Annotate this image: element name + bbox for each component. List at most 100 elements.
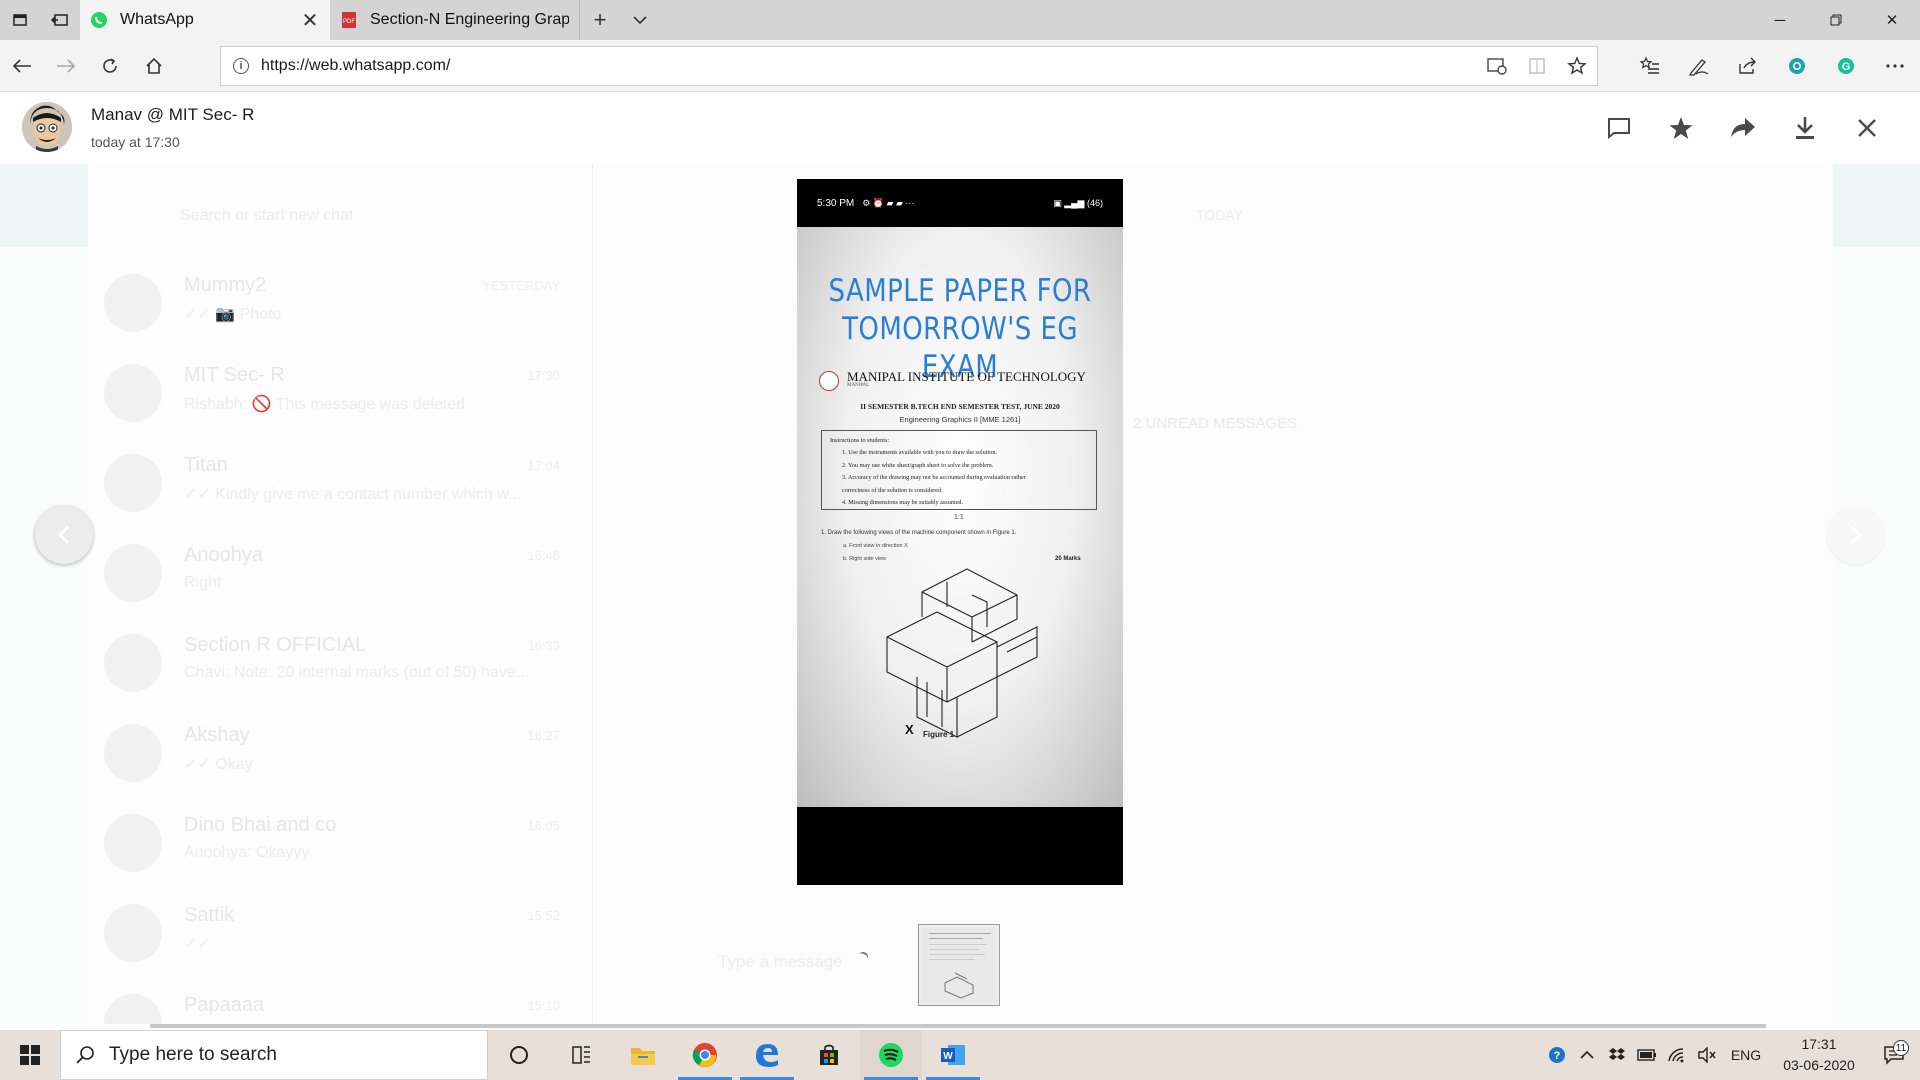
favorites-list-icon[interactable] xyxy=(1625,40,1674,92)
tab-section-n[interactable]: PDF Section-N Engineering Grap xyxy=(330,0,580,40)
avatar[interactable] xyxy=(22,102,72,152)
restore-icon[interactable] xyxy=(1808,0,1864,40)
horizontal-scrollbar[interactable] xyxy=(150,1024,1766,1028)
window-close-icon[interactable]: ✕ xyxy=(1864,0,1920,40)
chat-search-placeholder: Search or start new chat xyxy=(180,207,354,224)
chat-time: YESTERDAY xyxy=(482,278,560,293)
chat-time: 17:30 xyxy=(527,368,560,383)
show-hidden-icons-chevron-icon[interactable] xyxy=(1572,1050,1602,1060)
go-to-message-icon[interactable] xyxy=(1588,106,1650,150)
status-icons: ⚙ ⏰ ▰ ▰ ··· xyxy=(862,197,915,208)
tab-list-chevron-icon[interactable] xyxy=(620,0,660,40)
battery-tray-icon[interactable] xyxy=(1632,1049,1662,1061)
chevron-right-icon xyxy=(1850,525,1863,545)
chevron-left-icon xyxy=(57,525,70,545)
grammarly-icon[interactable]: G xyxy=(1821,40,1870,92)
word-icon[interactable]: W xyxy=(922,1030,984,1080)
question-sub-b: b. Right side view xyxy=(843,556,887,562)
chat-name: Sattik xyxy=(184,904,235,926)
instruction-item: correctness of the solution is considere… xyxy=(842,486,943,494)
more-menu-icon[interactable] xyxy=(1870,40,1919,92)
minimize-icon[interactable]: ─ xyxy=(1752,0,1808,40)
list-item: Anoohya 16:46 Right xyxy=(100,532,580,622)
whatsapp-icon xyxy=(90,11,108,29)
wifi-icon[interactable] xyxy=(1662,1047,1692,1063)
institute-sub: MANIPAL xyxy=(847,383,870,388)
avatar xyxy=(104,364,162,422)
avatar xyxy=(104,274,162,332)
home-icon[interactable] xyxy=(132,44,176,88)
list-item: Papaaaa 15:10 xyxy=(100,982,580,1024)
list-item: Titan 17:04 ✓✓ Kindly give me a contact … xyxy=(100,442,580,532)
star-icon[interactable] xyxy=(1650,106,1712,150)
close-icon[interactable] xyxy=(1836,106,1898,150)
reading-view-icon[interactable] xyxy=(1517,56,1557,76)
share-icon[interactable] xyxy=(1723,40,1772,92)
taskbar: Type here to search W ? ENG 17:31 03-06-… xyxy=(0,1030,1920,1080)
site-info-icon[interactable]: i xyxy=(233,58,249,74)
media-image[interactable]: 5:30 PM ⚙ ⏰ ▰ ▰ ··· ▣ ▂▄▆ (46) SAMPLE PA… xyxy=(797,179,1123,885)
thumbnail-preview xyxy=(921,927,997,1003)
question-marks: 20 Marks xyxy=(1055,556,1081,562)
refresh-icon[interactable] xyxy=(88,44,132,88)
exam-title: II SEMESTER B.TECH END SEMESTER TEST, JU… xyxy=(860,402,1060,411)
cortana-icon[interactable] xyxy=(488,1030,550,1080)
close-tab-icon[interactable]: ✕ xyxy=(300,8,320,33)
tab-whatsapp[interactable]: WhatsApp ✕ xyxy=(80,0,330,40)
chrome-icon[interactable] xyxy=(674,1030,736,1080)
scale-note: 1:1 xyxy=(954,514,964,521)
chat-time: 16:05 xyxy=(527,818,560,833)
taskbar-clock[interactable]: 17:31 03-06-2020 xyxy=(1770,1034,1868,1076)
chat-time: 15:52 xyxy=(527,908,560,923)
tab-actions-icon[interactable] xyxy=(0,0,40,40)
avatar xyxy=(104,634,162,692)
avatar xyxy=(104,904,162,962)
help-icon[interactable]: ? xyxy=(1542,1045,1572,1065)
store-icon[interactable] xyxy=(798,1030,860,1080)
avatar xyxy=(104,454,162,512)
media-thumbnail[interactable] xyxy=(918,924,1000,1006)
file-explorer-icon[interactable] xyxy=(612,1030,674,1080)
chat-name: Mummy2 xyxy=(184,274,267,296)
pdf-icon: PDF xyxy=(340,11,358,29)
list-item: Section R OFFICIAL 16:33 Chavi: Note: 20… xyxy=(100,622,580,712)
chat-name: Section R OFFICIAL xyxy=(184,634,367,656)
phone-status-time: 5:30 PM xyxy=(817,197,855,209)
list-item: Sattik 15:52 ✓✓ xyxy=(100,892,580,982)
instruction-item: 4. Missing dimensions may be suitably as… xyxy=(842,499,963,507)
favorite-star-icon[interactable] xyxy=(1557,56,1597,76)
input-language[interactable]: ENG xyxy=(1722,1047,1770,1063)
url-field[interactable]: i https://web.whatsapp.com/ xyxy=(220,46,1598,86)
download-icon[interactable] xyxy=(1774,106,1836,150)
instruction-item: 1. Use the instruments available with yo… xyxy=(842,449,998,457)
add-to-collection-icon[interactable] xyxy=(1477,56,1517,76)
action-center-icon[interactable]: 11 xyxy=(1868,1040,1920,1065)
media-viewer-header: Manav @ MIT Sec- R today at 17:30 xyxy=(0,92,1920,164)
new-tab-icon[interactable]: + xyxy=(580,0,620,40)
web-note-pen-icon[interactable] xyxy=(1674,40,1723,92)
message-timestamp: today at 17:30 xyxy=(91,134,180,150)
extension-teal-icon[interactable] xyxy=(1772,40,1821,92)
taskbar-search[interactable]: Type here to search xyxy=(60,1030,488,1080)
chat-preview: Rishabh: 🚫 This message was deleted xyxy=(184,396,466,413)
tab-title: WhatsApp xyxy=(120,11,194,28)
chat-preview: Right xyxy=(184,574,222,591)
volume-muted-icon[interactable] xyxy=(1692,1047,1722,1063)
chat-preview: Anoohya: Okayyy xyxy=(184,844,310,861)
previous-media-button[interactable] xyxy=(35,506,93,564)
set-tabs-aside-icon[interactable] xyxy=(40,0,80,40)
windows-start-icon[interactable] xyxy=(0,1030,60,1080)
forward-icon[interactable] xyxy=(1712,106,1774,150)
chat-time: 16:33 xyxy=(527,638,560,653)
chat-time: 15:10 xyxy=(527,998,560,1013)
chat-name: Titan xyxy=(184,454,228,476)
dropbox-icon[interactable] xyxy=(1602,1047,1632,1063)
spotify-icon[interactable] xyxy=(860,1030,922,1080)
next-media-button[interactable] xyxy=(1827,506,1885,564)
forward-nav-icon[interactable] xyxy=(44,44,88,88)
browser-tab-bar: WhatsApp ✕ PDF Section-N Engineering Gra… xyxy=(0,0,1920,40)
back-icon[interactable] xyxy=(0,44,44,88)
task-view-icon[interactable] xyxy=(550,1030,612,1080)
edge-icon[interactable] xyxy=(736,1030,798,1080)
institute-name: MANIPAL INSTITUTE OF TECHNOLOGY xyxy=(847,369,1086,384)
